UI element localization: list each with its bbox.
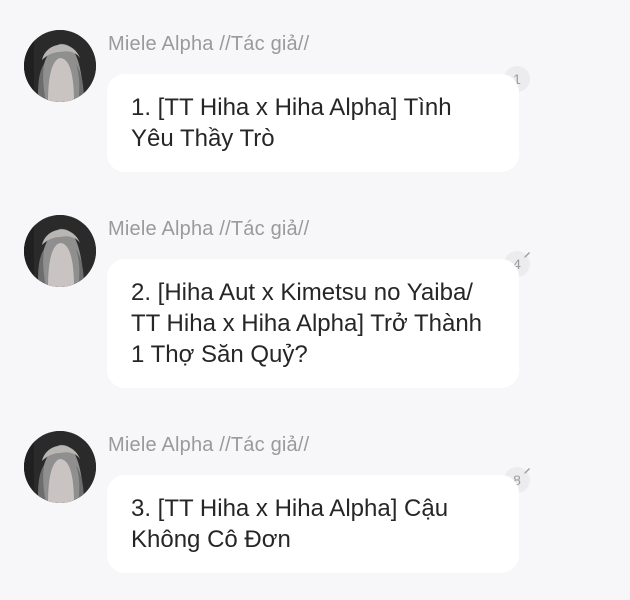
comment-bubble[interactable]: 1. [TT Hiha x Hiha Alpha] Tình Yêu Thầy … <box>107 74 519 172</box>
avatar-image <box>24 215 96 287</box>
comment-text: 1. [TT Hiha x Hiha Alpha] Tình Yêu Thầy … <box>131 94 452 152</box>
avatar[interactable] <box>24 30 96 102</box>
comment-text: 2. [Hiha Aut x Kimetsu no Yaiba/ TT Hiha… <box>131 279 483 368</box>
avatar-image <box>24 431 96 503</box>
comment-feed: Miele Alpha //Tác giả// 1 1. [TT Hiha x … <box>0 0 630 600</box>
comment-bubble[interactable]: 2. [Hiha Aut x Kimetsu no Yaiba/ TT Hiha… <box>107 259 519 388</box>
pencil-icon <box>523 251 531 259</box>
author-name[interactable]: Miele Alpha //Tác giả// <box>108 218 309 241</box>
avatar-image <box>24 30 96 102</box>
avatar[interactable] <box>24 431 96 503</box>
comment-text: 3. [TT Hiha x Hiha Alpha] Cậu Không Cô Đ… <box>131 495 449 553</box>
comment-bubble[interactable]: 3. [TT Hiha x Hiha Alpha] Cậu Không Cô Đ… <box>107 475 519 573</box>
author-name[interactable]: Miele Alpha //Tác giả// <box>108 434 309 457</box>
avatar[interactable] <box>24 215 96 287</box>
pencil-icon <box>523 467 531 475</box>
author-name[interactable]: Miele Alpha //Tác giả// <box>108 33 309 56</box>
